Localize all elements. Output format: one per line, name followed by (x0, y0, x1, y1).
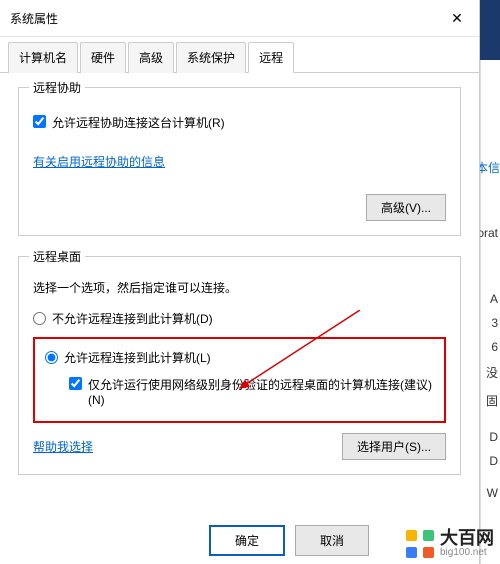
cancel-button[interactable]: 取消 (295, 525, 369, 556)
bg-a: A (490, 292, 498, 306)
bg-d2: D (489, 454, 498, 468)
allow-remote-assist-row[interactable]: 允许远程协助连接这台计算机(R) (33, 114, 446, 131)
remote-desktop-title: 远程桌面 (29, 248, 85, 265)
select-users-button[interactable]: 选择用户(S)... (342, 433, 446, 460)
tab-hardware[interactable]: 硬件 (80, 42, 126, 73)
watermark-domain: big100.net (440, 547, 494, 558)
nla-label: 仅允许运行使用网络级别身份验证的远程桌面的计算机连接(建议)(N) (88, 376, 434, 407)
watermark-brand: 大百网 (440, 529, 494, 547)
allow-remote-highlight-box: 允许远程连接到此计算机(L) 仅允许运行使用网络级别身份验证的远程桌面的计算机连… (33, 337, 446, 423)
tab-strip: 计算机名 硬件 高级 系统保护 远程 (0, 37, 479, 73)
watermark: 大百网 big100.net (406, 529, 494, 558)
bg-arch: 6 (491, 340, 498, 354)
remote-desktop-prompt: 选择一个选项，然后指定谁可以连接。 (33, 279, 446, 296)
help-me-choose-link[interactable]: 帮助我选择 (33, 438, 93, 455)
bg-w: W (487, 486, 498, 500)
bg-header-strip (480, 0, 500, 60)
remote-desktop-group: 远程桌面 选择一个选项，然后指定谁可以连接。 不允许远程连接到此计算机(D) 允… (18, 256, 461, 475)
allow-remote-label: 允许远程连接到此计算机(L) (64, 349, 211, 366)
allow-remote-assist-label: 允许远程协助连接这台计算机(R) (52, 114, 225, 131)
remote-assistance-group: 远程协助 允许远程协助连接这台计算机(R) 有关启用远程协助的信息 高级(V).… (18, 87, 461, 236)
deny-remote-row[interactable]: 不允许远程连接到此计算机(D) (33, 310, 446, 327)
tab-computer-name[interactable]: 计算机名 (8, 42, 78, 73)
window-title: 系统属性 (10, 10, 445, 27)
system-properties-window: 系统属性 ✕ 计算机名 硬件 高级 系统保护 远程 远程协助 允许远程协助连接这… (0, 0, 480, 564)
remote-assistance-title: 远程协助 (29, 79, 85, 96)
remote-assist-info-link[interactable]: 有关启用远程协助的信息 (33, 153, 165, 170)
bg-bios: 固 (486, 392, 498, 409)
titlebar: 系统属性 ✕ (0, 0, 479, 37)
deny-remote-radio[interactable] (33, 312, 46, 325)
bg-d1: D (489, 430, 498, 444)
remote-assist-advanced-button[interactable]: 高级(V)... (366, 194, 446, 221)
nla-row[interactable]: 仅允许运行使用网络级别身份验证的远程桌面的计算机连接(建议)(N) (69, 376, 434, 407)
tab-content: 远程协助 允许远程协助连接这台计算机(R) 有关启用远程协助的信息 高级(V).… (0, 73, 479, 509)
close-icon[interactable]: ✕ (445, 6, 469, 30)
watermark-logo-icon (406, 530, 434, 558)
tab-system-protection[interactable]: 系统保护 (176, 42, 246, 73)
deny-remote-label: 不允许远程连接到此计算机(D) (52, 310, 213, 327)
nla-checkbox[interactable] (69, 377, 82, 390)
allow-remote-row[interactable]: 允许远程连接到此计算机(L) (45, 349, 434, 366)
dialog-footer: 确定 取消 (209, 525, 369, 556)
bg-none: 没 (486, 364, 498, 381)
ok-button[interactable]: 确定 (209, 525, 285, 556)
bg-ver: 3 (491, 316, 498, 330)
tab-advanced[interactable]: 高级 (128, 42, 174, 73)
background-panel (480, 0, 500, 564)
allow-remote-assist-checkbox[interactable] (33, 115, 46, 128)
allow-remote-radio[interactable] (45, 351, 58, 364)
tab-remote[interactable]: 远程 (248, 42, 294, 73)
